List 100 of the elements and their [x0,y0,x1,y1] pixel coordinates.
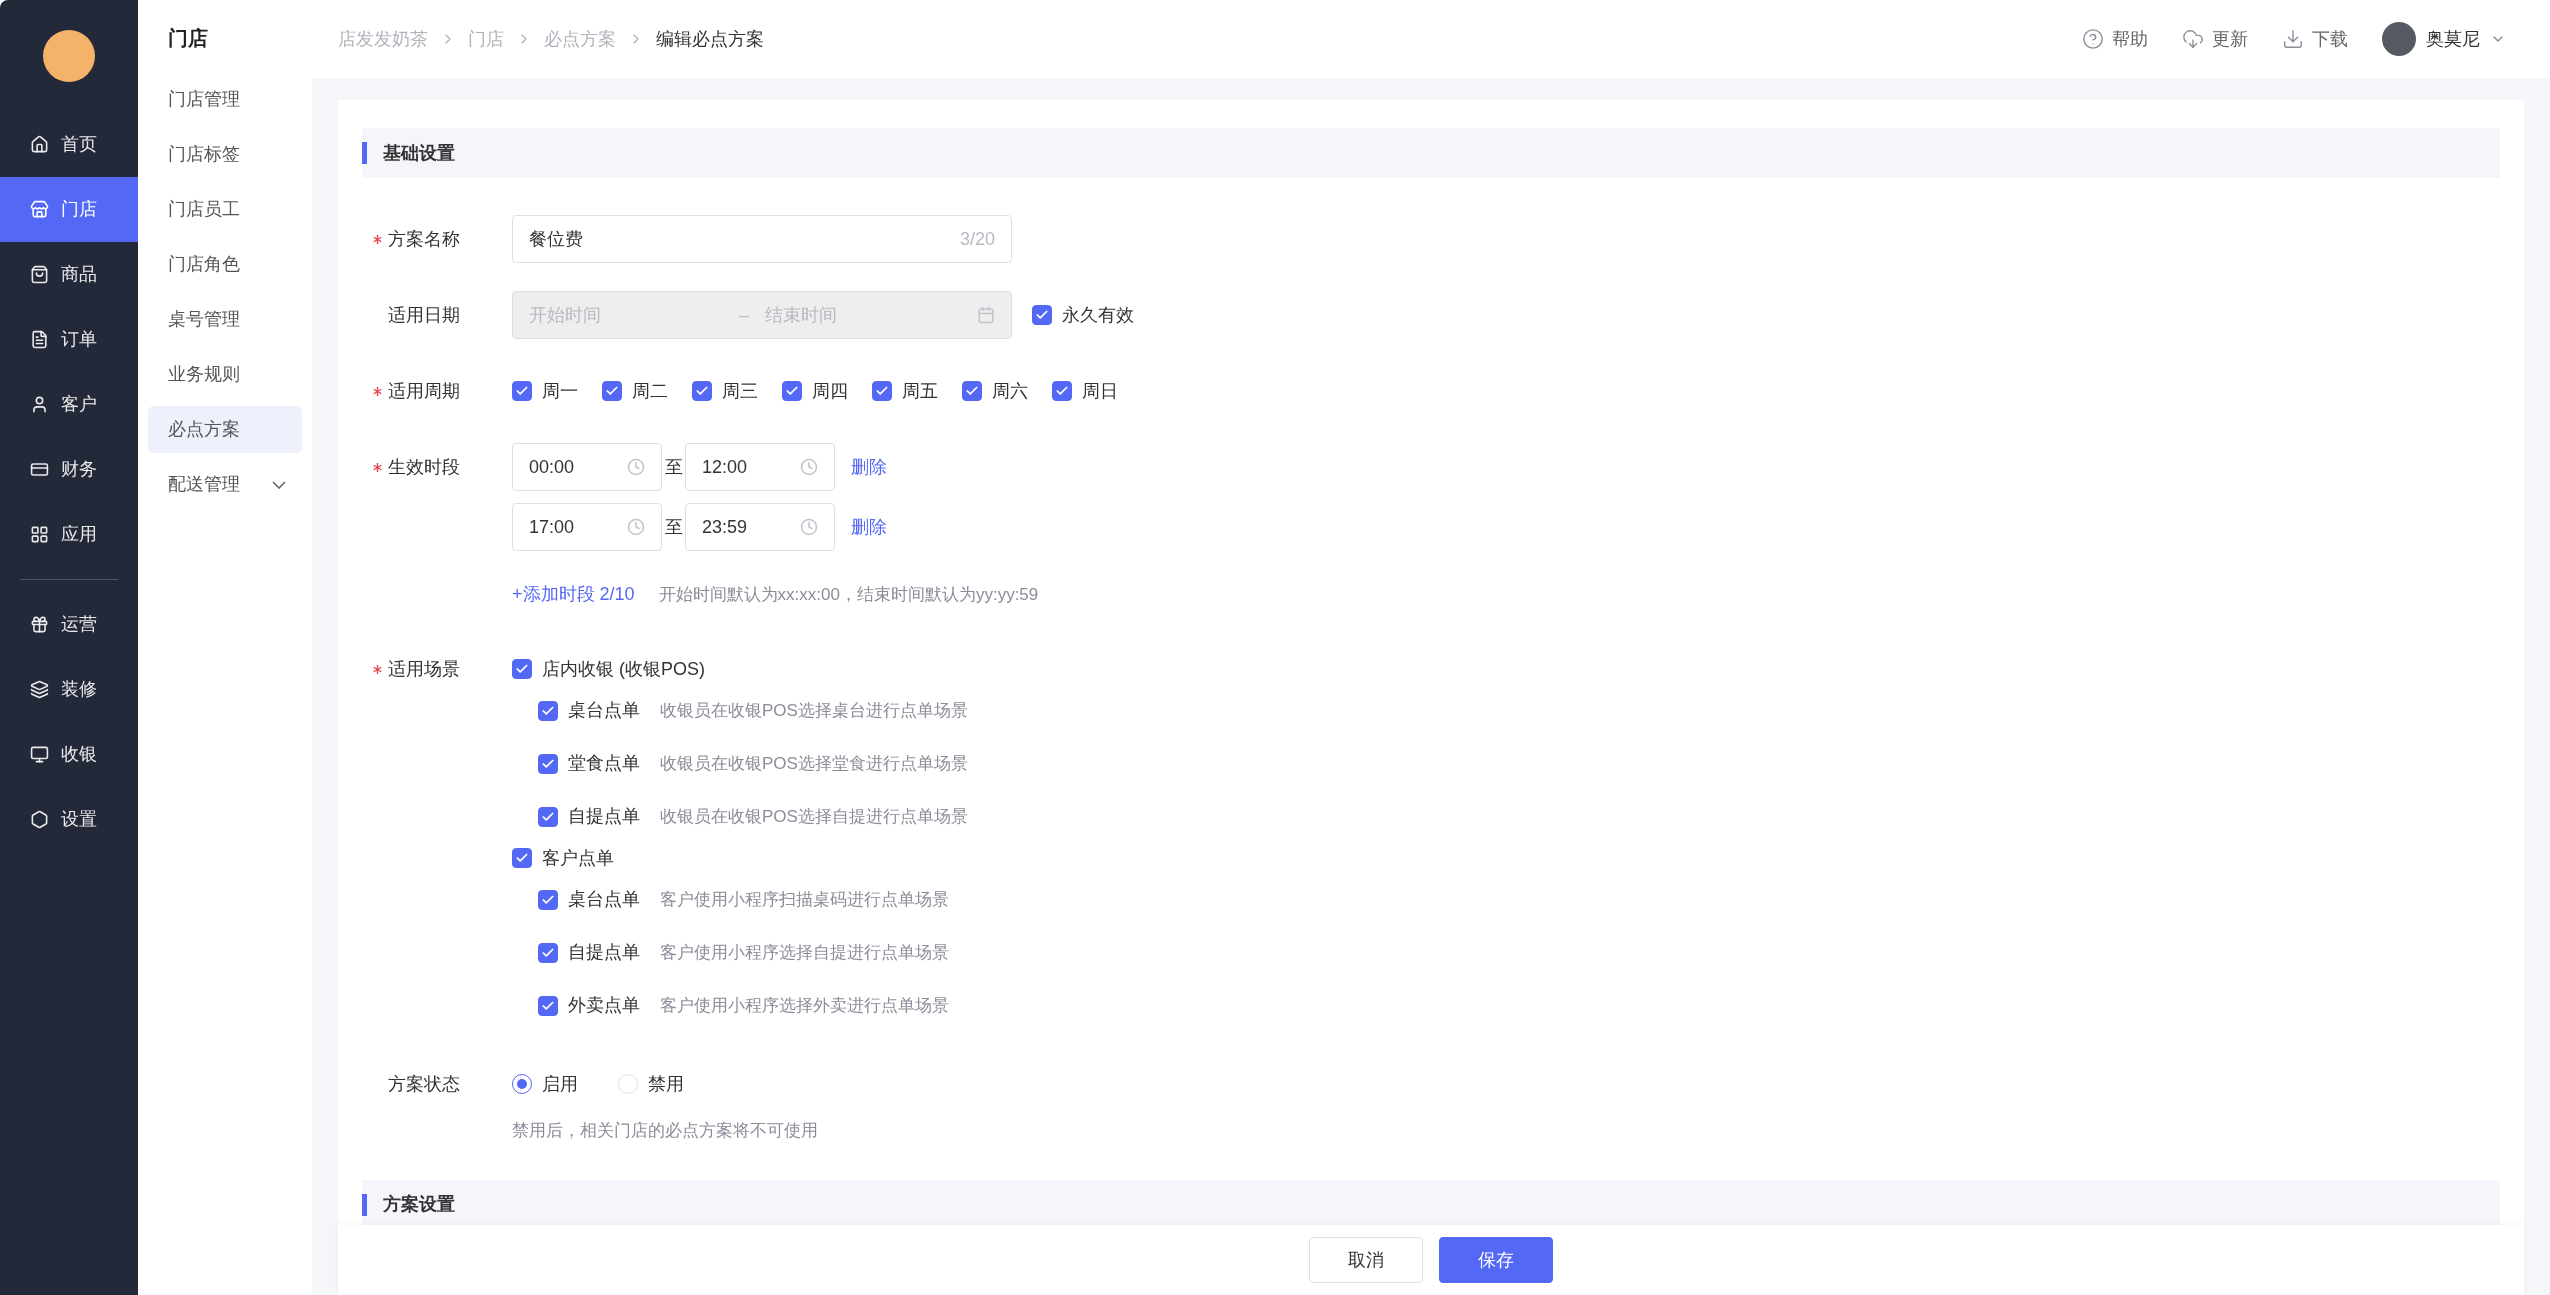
sidebar-item[interactable]: 商品 [0,242,138,307]
sidebar-item[interactable]: 收银 [0,722,138,787]
submenu-item[interactable]: 桌号管理 [148,296,302,343]
checkbox-label: 自提点单 [568,941,640,964]
toolbar-action[interactable]: 下载 [2282,25,2348,53]
clock-icon [800,458,818,476]
field-label: 适用日期 [388,303,460,327]
checkbox[interactable] [512,848,532,868]
description-text: 收银员在收银POS选择桌台进行点单场景 [660,699,968,722]
time-field[interactable]: 12:00 [685,443,835,491]
checkbox[interactable] [512,381,532,401]
check-icon [515,662,529,676]
check-icon [695,384,709,398]
clock-icon [627,518,645,536]
sidebar-item[interactable]: 运营 [0,592,138,657]
radio-label: 禁用 [648,1072,684,1096]
submenu-item[interactable]: 配送管理 [148,461,302,508]
nav-icon [30,460,49,479]
checkbox-label: 周四 [812,379,848,403]
checkbox-label: 周三 [722,379,758,403]
sidebar-item[interactable]: 财务 [0,437,138,502]
field-label: 适用周期 [388,379,460,403]
checkbox[interactable] [602,381,622,401]
submenu-item[interactable]: 门店管理 [148,76,302,123]
submenu-item[interactable]: 门店角色 [148,241,302,288]
checkbox[interactable] [538,942,558,963]
nav-icon [30,135,49,154]
name-field[interactable]: 餐位费 3/20 [512,215,1012,263]
user-avatar[interactable] [2382,22,2416,56]
sidebar-item[interactable]: 门店 [0,177,138,242]
checkbox[interactable] [538,889,558,910]
nav-icon [30,745,49,764]
sidebar-item[interactable]: 客户 [0,372,138,437]
checkbox[interactable] [962,381,982,401]
description-text: 客户使用小程序选择外卖进行点单场景 [660,994,949,1017]
user-name[interactable]: 奥莫尼 [2426,25,2480,53]
check-icon [1055,384,1069,398]
field-label: 适用场景 [388,657,460,681]
check-icon [515,851,529,865]
check-icon [605,384,619,398]
checkbox[interactable] [538,753,558,774]
checkbox-label: 客户点单 [542,846,614,870]
avatar[interactable] [43,30,95,82]
required-icon [373,462,382,472]
description-text: 收银员在收银POS选择堂食进行点单场景 [660,752,968,775]
delete-link[interactable]: 删除 [851,453,887,481]
required-icon [373,664,382,674]
nav-icon [30,810,49,829]
checkbox-label: 自提点单 [568,805,640,828]
action-icon [2082,28,2104,50]
save-button[interactable]: 保存 [1439,1237,1553,1283]
checkbox[interactable] [1052,381,1072,401]
action-icon [2182,28,2204,50]
sidebar-item[interactable]: 首页 [0,112,138,177]
submenu-item[interactable]: 门店员工 [148,186,302,233]
sidebar-item[interactable]: 装修 [0,657,138,722]
toolbar-action[interactable]: 帮助 [2082,25,2148,53]
time-field[interactable]: 00:00 [512,443,662,491]
nav-icon [30,330,49,349]
checkbox[interactable] [538,995,558,1016]
nav-icon [30,200,49,219]
checkbox[interactable] [692,381,712,401]
cancel-button[interactable]: 取消 [1309,1237,1423,1283]
sidebar-item[interactable]: 应用 [0,502,138,567]
checkbox-label: 桌台点单 [568,888,640,911]
time-field[interactable]: 17:00 [512,503,662,551]
checkbox[interactable] [872,381,892,401]
range-separator: 至 [663,455,684,479]
checkbox[interactable] [538,806,558,827]
checkbox[interactable] [782,381,802,401]
checkbox-label: 外卖点单 [568,994,640,1017]
sidebar-item[interactable]: 设置 [0,787,138,852]
checkbox[interactable] [512,659,532,679]
checkbox-label: 周五 [902,379,938,403]
description-text: 客户使用小程序扫描桌码进行点单场景 [660,888,949,911]
submenu-item[interactable]: 业务规则 [148,351,302,398]
checkbox-label: 桌台点单 [568,699,640,722]
field-label: 方案名称 [388,227,460,251]
toolbar-action[interactable]: 更新 [2182,25,2248,53]
checkbox-label: 周二 [632,379,668,403]
clock-icon [800,518,818,536]
section-header: 方案设置 [362,1179,2500,1225]
sidebar-item[interactable]: 订单 [0,307,138,372]
delete-link[interactable]: 删除 [851,513,887,541]
checkbox-label: 店内收银 (收银POS) [542,657,705,681]
check-icon [965,384,979,398]
nav-icon [30,395,49,414]
add-slot-link[interactable]: +添加时段 2/10 [512,581,635,608]
submenu-item[interactable]: 门店标签 [148,131,302,178]
checkbox-label: 周一 [542,379,578,403]
checkbox-label: 周六 [992,379,1028,403]
nav-icon [30,680,49,699]
time-field[interactable]: 23:59 [685,503,835,551]
action-icon [2282,28,2304,50]
description-text: 收银员在收银POS选择自提进行点单场景 [660,805,968,828]
submenu-title: 门店 [168,26,208,51]
field-label: 方案状态 [388,1072,460,1096]
calendar-icon [977,306,995,324]
submenu-item[interactable]: 必点方案 [148,406,302,453]
checkbox[interactable] [538,700,558,721]
